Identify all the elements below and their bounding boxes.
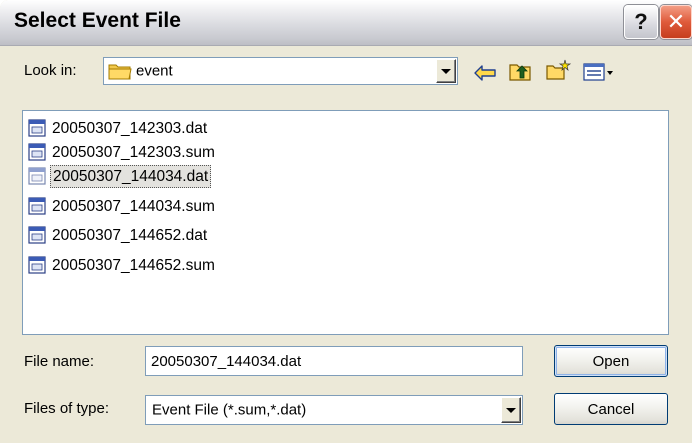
close-icon: ✕ [666, 9, 686, 34]
up-folder-icon[interactable] [508, 60, 534, 82]
file-list[interactable]: 20050307_142303.dat 20050307_142303.sum … [22, 110, 669, 335]
file-item[interactable]: 20050307_144652.sum [28, 253, 217, 277]
file-item-selected[interactable]: 20050307_144034.dat [28, 164, 212, 188]
help-button[interactable]: ? [624, 5, 658, 39]
file-icon [28, 256, 46, 274]
back-arrow-icon[interactable] [472, 62, 498, 84]
file-icon [28, 119, 46, 137]
file-icon [28, 197, 46, 215]
look-in-value: event [136, 62, 173, 80]
files-of-type-dropdown-button[interactable] [501, 397, 521, 423]
file-name-text: 20050307_142303.dat [52, 119, 208, 137]
folder-icon [108, 64, 132, 80]
look-in-label: Look in: [24, 62, 77, 79]
cancel-button[interactable]: Cancel [554, 393, 668, 425]
file-name-text: 20050307_144034.sum [52, 197, 215, 215]
window-title: Select Event File [14, 9, 181, 32]
file-name-text: 20050307_144034.dat [50, 164, 212, 188]
files-of-type-value: Event File (*.sum,*.dat) [152, 401, 307, 419]
look-in-combo[interactable]: event [103, 57, 458, 85]
file-item[interactable]: 20050307_142303.dat [28, 116, 209, 140]
select-event-file-dialog: Select Event File ? ✕ Look in: event 200… [0, 0, 692, 443]
open-button[interactable]: Open [554, 345, 668, 377]
help-icon: ? [634, 9, 648, 34]
view-menu-icon[interactable] [582, 61, 616, 83]
file-icon [28, 167, 46, 185]
files-of-type-label: Files of type: [24, 400, 110, 417]
file-item[interactable]: 20050307_144034.sum [28, 194, 217, 218]
file-item[interactable]: 20050307_144652.dat [28, 223, 209, 247]
file-icon [28, 143, 46, 161]
close-button[interactable]: ✕ [660, 5, 692, 39]
chevron-down-icon [441, 68, 451, 74]
file-name-text: 20050307_142303.sum [52, 143, 215, 161]
file-name-input[interactable] [145, 346, 523, 376]
files-of-type-combo[interactable]: Event File (*.sum,*.dat) [145, 395, 523, 425]
file-name-text: 20050307_144652.dat [52, 226, 208, 244]
file-name-label: File name: [24, 353, 95, 370]
new-folder-icon[interactable] [545, 58, 571, 80]
file-name-text: 20050307_144652.sum [52, 256, 215, 274]
chevron-down-icon [506, 407, 516, 413]
look-in-dropdown-button[interactable] [436, 59, 456, 83]
file-icon [28, 226, 46, 244]
title-bar[interactable]: Select Event File ? ✕ [0, 0, 692, 46]
file-item[interactable]: 20050307_142303.sum [28, 140, 217, 164]
